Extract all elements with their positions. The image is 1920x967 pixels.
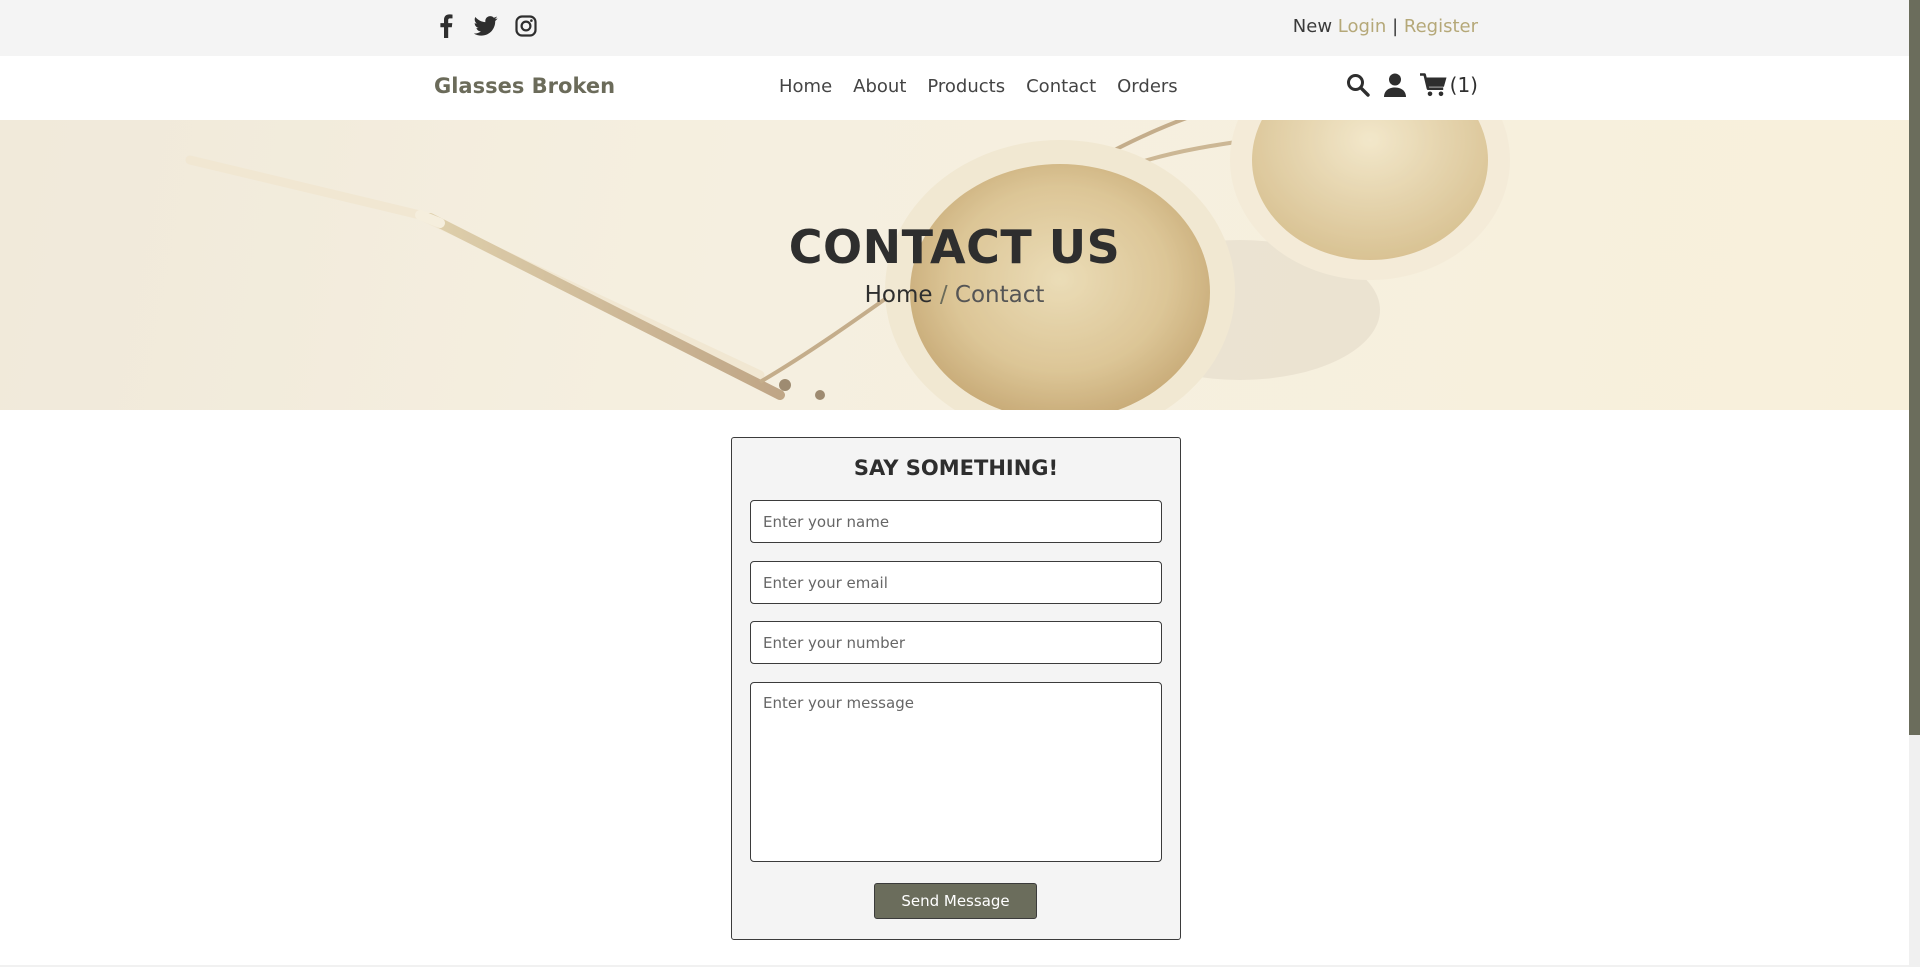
social-links: [434, 14, 538, 38]
search-icon[interactable]: [1346, 73, 1370, 97]
header-actions: (1): [1346, 73, 1478, 97]
scrollbar-thumb[interactable]: [1909, 0, 1920, 735]
main-nav: Home About Products Contact Orders: [779, 76, 1178, 97]
breadcrumb: Home / Contact: [0, 282, 1909, 308]
message-field[interactable]: [750, 682, 1162, 862]
twitter-icon[interactable]: [474, 14, 498, 38]
cart-count: (1): [1449, 73, 1478, 97]
facebook-icon[interactable]: [434, 14, 458, 38]
number-field[interactable]: [750, 621, 1162, 664]
contact-form: SAY SOMETHING! Send Message: [731, 437, 1181, 940]
login-link[interactable]: Login: [1338, 16, 1387, 37]
nav-item-products[interactable]: Products: [927, 76, 1005, 97]
auth-prefix: New: [1292, 16, 1333, 37]
auth-separator: |: [1392, 16, 1399, 37]
scrollbar-track[interactable]: [1909, 0, 1920, 967]
user-icon[interactable]: [1383, 73, 1406, 97]
name-field[interactable]: [750, 500, 1162, 543]
auth-links: New Login | Register: [1293, 16, 1478, 37]
nav-item-about[interactable]: About: [853, 76, 906, 97]
top-utility-bar: New Login | Register: [0, 0, 1909, 56]
hero-banner: CONTACT US Home / Contact: [0, 120, 1909, 410]
nav-item-contact[interactable]: Contact: [1026, 76, 1096, 97]
cart-icon: [1419, 73, 1447, 97]
breadcrumb-separator: /: [932, 282, 955, 308]
send-message-button[interactable]: Send Message: [874, 883, 1037, 919]
form-heading: SAY SOMETHING!: [853, 456, 1059, 480]
brand-logo[interactable]: Glasses Broken: [434, 74, 615, 98]
nav-item-orders[interactable]: Orders: [1117, 76, 1178, 97]
page-title: CONTACT US: [788, 220, 1121, 274]
instagram-icon[interactable]: [514, 14, 538, 38]
breadcrumb-home[interactable]: Home: [865, 282, 933, 308]
main-header: Glasses Broken Home About Products Conta…: [0, 56, 1909, 120]
breadcrumb-current: Contact: [954, 282, 1045, 308]
email-field[interactable]: [750, 561, 1162, 604]
register-link[interactable]: Register: [1404, 16, 1478, 37]
cart-button[interactable]: (1): [1419, 73, 1478, 97]
nav-item-home[interactable]: Home: [779, 76, 832, 97]
